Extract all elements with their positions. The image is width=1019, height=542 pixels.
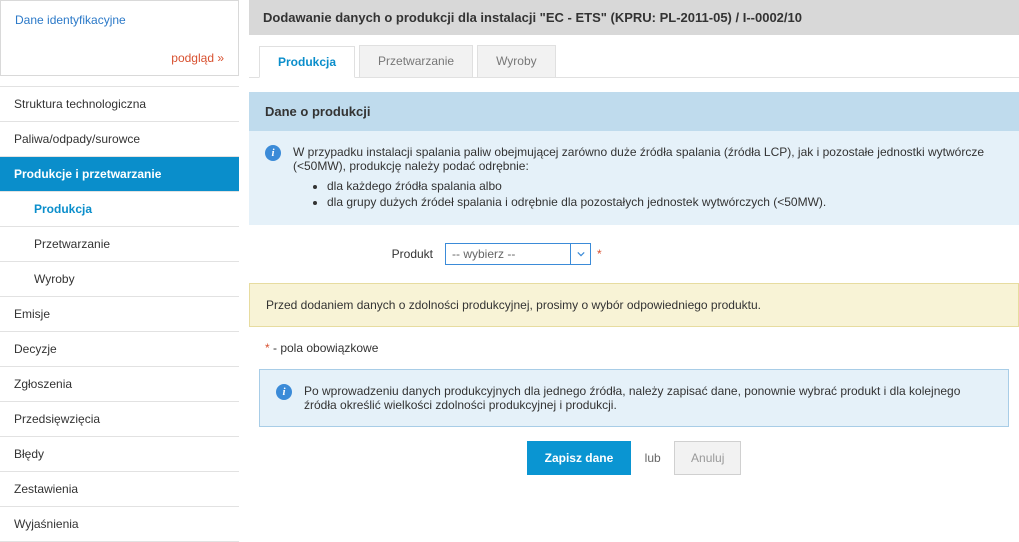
identity-box-footer: podgląd »: [1, 51, 238, 75]
tabs: Produkcja Przetwarzanie Wyroby: [249, 35, 1019, 78]
required-mark: *: [597, 247, 602, 261]
nav-paliwa[interactable]: Paliwa/odpady/surowce: [0, 122, 239, 157]
actions-row: Zapisz dane lub Anuluj: [249, 441, 1019, 493]
info-list-item-1: dla każdego źródła spalania albo: [327, 179, 1003, 193]
nav-bledy[interactable]: Błędy: [0, 437, 239, 472]
product-select-wrap: -- wybierz --: [445, 243, 591, 265]
cancel-button[interactable]: Anuluj: [674, 441, 741, 475]
nav-zgloszenia[interactable]: Zgłoszenia: [0, 367, 239, 402]
main-content: Dodawanie danych o produkcji dla instala…: [239, 0, 1019, 542]
info-panel-save: i Po wprowadzeniu danych produkcyjnych d…: [259, 369, 1009, 427]
required-note-text: - pola obowiązkowe: [270, 341, 379, 355]
identity-box: Dane identyfikacyjne podgląd »: [0, 0, 239, 76]
nav-struktura[interactable]: Struktura technologiczna: [0, 87, 239, 122]
page-title: Dodawanie danych o produkcji dla instala…: [249, 0, 1019, 35]
nav-wyjasnienia[interactable]: Wyjaśnienia: [0, 507, 239, 542]
info-icon: i: [276, 384, 292, 400]
nav-emisje[interactable]: Emisje: [0, 297, 239, 332]
nav-sub-przetwarzanie[interactable]: Przetwarzanie: [0, 227, 239, 262]
nav-produkcje[interactable]: Produkcje i przetwarzanie: [0, 157, 239, 192]
nav-sub-wyroby[interactable]: Wyroby: [0, 262, 239, 297]
info-panel-rules: i W przypadku instalacji spalania paliw …: [249, 131, 1019, 225]
sidebar: Dane identyfikacyjne podgląd » Struktura…: [0, 0, 239, 542]
nav-decyzje[interactable]: Decyzje: [0, 332, 239, 367]
tab-wyroby[interactable]: Wyroby: [477, 45, 556, 77]
tab-produkcja[interactable]: Produkcja: [259, 46, 355, 78]
product-row: Produkt -- wybierz -- *: [249, 225, 1019, 283]
app-root: Dane identyfikacyjne podgląd » Struktura…: [0, 0, 1019, 542]
nav-zestawienia[interactable]: Zestawienia: [0, 472, 239, 507]
warning-panel: Przed dodaniem danych o zdolności produk…: [249, 283, 1019, 327]
sidebar-nav: Struktura technologiczna Paliwa/odpady/s…: [0, 86, 239, 542]
product-label: Produkt: [265, 247, 445, 261]
info-icon: i: [265, 145, 281, 161]
info-list: dla każdego źródła spalania albo dla gru…: [327, 179, 1003, 209]
info-list-item-2: dla grupy dużych źródeł spalania i odręb…: [327, 195, 1003, 209]
save-button[interactable]: Zapisz dane: [527, 441, 632, 475]
preview-link[interactable]: podgląd »: [171, 51, 224, 65]
tab-przetwarzanie[interactable]: Przetwarzanie: [359, 45, 473, 77]
product-select[interactable]: -- wybierz --: [445, 243, 591, 265]
info-save-text: Po wprowadzeniu danych produkcyjnych dla…: [304, 384, 992, 412]
identity-box-title: Dane identyfikacyjne: [1, 1, 238, 51]
info-lead: W przypadku instalacji spalania paliw ob…: [293, 145, 1003, 173]
nav-sub-produkcja[interactable]: Produkcja: [0, 192, 239, 227]
nav-przedsiewziecia[interactable]: Przedsięwzięcia: [0, 402, 239, 437]
section-heading: Dane o produkcji: [249, 92, 1019, 131]
actions-separator: lub: [645, 451, 661, 465]
info-panel-body: W przypadku instalacji spalania paliw ob…: [293, 145, 1003, 211]
required-note: * - pola obowiązkowe: [249, 327, 1019, 369]
